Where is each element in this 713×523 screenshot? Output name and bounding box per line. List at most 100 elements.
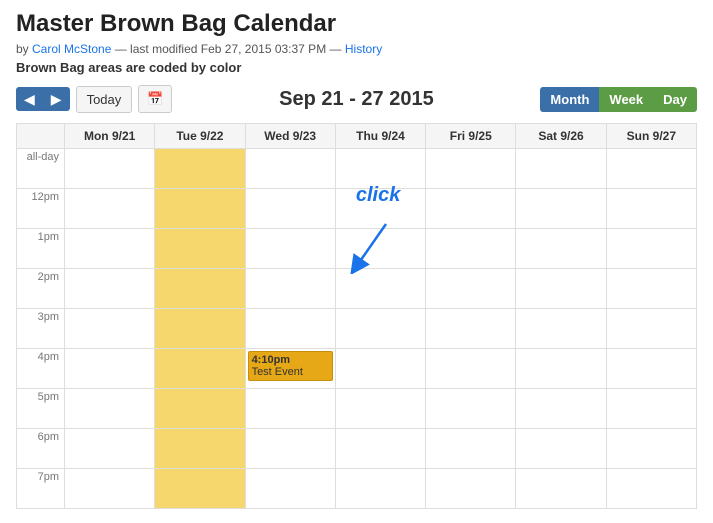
col-header-wed: Wed 9/23 — [245, 124, 335, 149]
cell-6pm-fri[interactable] — [426, 429, 516, 469]
time-label-4pm: 4pm — [17, 349, 65, 389]
col-header-sat: Sat 9/26 — [516, 124, 606, 149]
cell-2pm-sat[interactable] — [516, 269, 606, 309]
cell-12pm-sat[interactable] — [516, 189, 606, 229]
cell-7pm-tue[interactable] — [155, 469, 245, 509]
cell-2pm-thu[interactable]: click — [335, 269, 425, 309]
cell-6pm-sat[interactable] — [516, 429, 606, 469]
cell-6pm-tue[interactable] — [155, 429, 245, 469]
calendar-grid: Mon 9/21 Tue 9/22 Wed 9/23 Thu 9/24 Fri … — [16, 123, 697, 509]
time-label-12pm: 12pm — [17, 189, 65, 229]
cell-2pm-sun[interactable] — [606, 269, 696, 309]
cell-1pm-tue[interactable] — [155, 229, 245, 269]
event-name: Test Event — [252, 366, 329, 378]
cell-allday-thu[interactable] — [335, 149, 425, 189]
cell-2pm-tue[interactable] — [155, 269, 245, 309]
cell-1pm-sun[interactable] — [606, 229, 696, 269]
cell-3pm-wed[interactable] — [245, 309, 335, 349]
cell-3pm-fri[interactable] — [426, 309, 516, 349]
cell-allday-sat[interactable] — [516, 149, 606, 189]
cell-4pm-fri[interactable] — [426, 349, 516, 389]
cell-4pm-mon[interactable] — [65, 349, 155, 389]
cell-1pm-mon[interactable] — [65, 229, 155, 269]
col-header-mon: Mon 9/21 — [65, 124, 155, 149]
month-view-button[interactable]: Month — [540, 87, 599, 112]
cell-4pm-sun[interactable] — [606, 349, 696, 389]
cell-12pm-wed[interactable] — [245, 189, 335, 229]
today-button[interactable]: Today — [76, 86, 133, 113]
cell-allday-wed[interactable] — [245, 149, 335, 189]
cell-4pm-sat[interactable] — [516, 349, 606, 389]
cell-5pm-fri[interactable] — [426, 389, 516, 429]
row-6pm: 6pm — [17, 429, 697, 469]
cell-3pm-tue[interactable] — [155, 309, 245, 349]
toolbar: ◀ ▶ Today 📅 Sep 21 - 27 2015 Month Week … — [16, 85, 697, 113]
page-title: Master Brown Bag Calendar — [16, 10, 697, 38]
week-view-button[interactable]: Week — [599, 87, 653, 112]
day-view-button[interactable]: Day — [653, 87, 697, 112]
cell-5pm-mon[interactable] — [65, 389, 155, 429]
cell-5pm-sun[interactable] — [606, 389, 696, 429]
time-label-5pm: 5pm — [17, 389, 65, 429]
cell-5pm-tue[interactable] — [155, 389, 245, 429]
cell-3pm-sat[interactable] — [516, 309, 606, 349]
author-link[interactable]: Carol McStone — [32, 42, 111, 56]
prev-button[interactable]: ◀ — [16, 87, 43, 111]
cell-allday-fri[interactable] — [426, 149, 516, 189]
cell-6pm-wed[interactable] — [245, 429, 335, 469]
cell-7pm-sat[interactable] — [516, 469, 606, 509]
cell-5pm-sat[interactable] — [516, 389, 606, 429]
cell-12pm-mon[interactable] — [65, 189, 155, 229]
col-header-fri: Fri 9/25 — [426, 124, 516, 149]
next-button[interactable]: ▶ — [43, 87, 70, 111]
time-label-3pm: 3pm — [17, 309, 65, 349]
cell-6pm-thu[interactable] — [335, 429, 425, 469]
time-label-6pm: 6pm — [17, 429, 65, 469]
date-range: Sep 21 - 27 2015 — [178, 88, 534, 111]
cell-6pm-mon[interactable] — [65, 429, 155, 469]
calendar-icon-button[interactable]: 📅 — [138, 85, 172, 113]
cell-allday-tue[interactable] — [155, 149, 245, 189]
modified-date: Feb 27, 2015 03:37 PM — [201, 42, 326, 56]
cell-3pm-thu[interactable] — [335, 309, 425, 349]
cell-7pm-sun[interactable] — [606, 469, 696, 509]
time-label-2pm: 2pm — [17, 269, 65, 309]
time-label-7pm: 7pm — [17, 469, 65, 509]
cell-4pm-tue[interactable] — [155, 349, 245, 389]
cell-3pm-sun[interactable] — [606, 309, 696, 349]
color-note: Brown Bag areas are coded by color — [16, 60, 697, 75]
cell-4pm-wed[interactable]: 4:10pm Test Event — [245, 349, 335, 389]
cell-7pm-thu[interactable] — [335, 469, 425, 509]
cell-1pm-sat[interactable] — [516, 229, 606, 269]
cell-1pm-fri[interactable] — [426, 229, 516, 269]
meta-line: by Carol McStone — last modified Feb 27,… — [16, 42, 697, 56]
cell-2pm-fri[interactable] — [426, 269, 516, 309]
cell-allday-sun[interactable] — [606, 149, 696, 189]
cell-7pm-wed[interactable] — [245, 469, 335, 509]
cell-allday-mon[interactable] — [65, 149, 155, 189]
click-hint: click — [356, 184, 400, 207]
time-header — [17, 124, 65, 149]
cell-6pm-sun[interactable] — [606, 429, 696, 469]
row-4pm: 4pm 4:10pm Test Event — [17, 349, 697, 389]
view-btn-group: Month Week Day — [540, 87, 697, 112]
cell-3pm-mon[interactable] — [65, 309, 155, 349]
row-3pm: 3pm — [17, 309, 697, 349]
cell-4pm-thu[interactable] — [335, 349, 425, 389]
time-label-1pm: 1pm — [17, 229, 65, 269]
cell-7pm-mon[interactable] — [65, 469, 155, 509]
row-7pm: 7pm — [17, 469, 697, 509]
history-link[interactable]: History — [345, 42, 382, 56]
cell-2pm-wed[interactable] — [245, 269, 335, 309]
cell-5pm-thu[interactable] — [335, 389, 425, 429]
event-time: 4:10pm — [252, 354, 329, 366]
cell-12pm-tue[interactable] — [155, 189, 245, 229]
cell-12pm-fri[interactable] — [426, 189, 516, 229]
cell-1pm-wed[interactable] — [245, 229, 335, 269]
cell-12pm-sun[interactable] — [606, 189, 696, 229]
cell-2pm-mon[interactable] — [65, 269, 155, 309]
cell-7pm-fri[interactable] — [426, 469, 516, 509]
arrow-icon — [341, 219, 401, 274]
cell-5pm-wed[interactable] — [245, 389, 335, 429]
event-block[interactable]: 4:10pm Test Event — [248, 351, 333, 381]
